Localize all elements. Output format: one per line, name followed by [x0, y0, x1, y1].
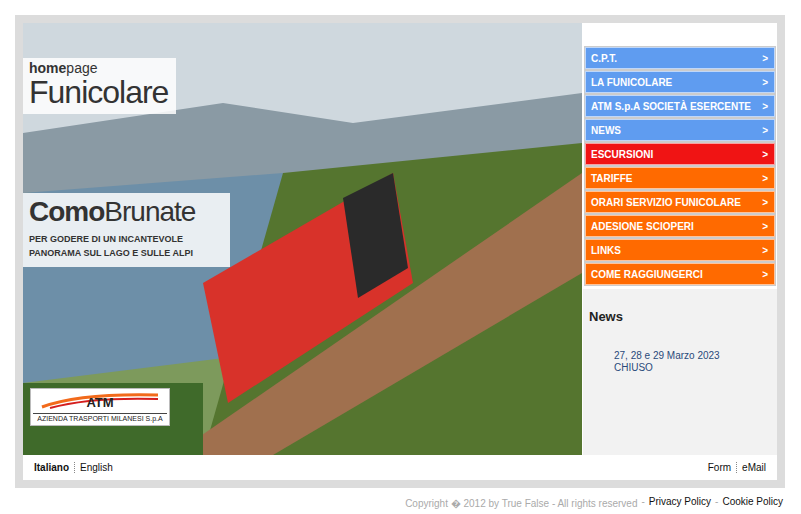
arrow-icon: >: [762, 53, 768, 64]
brand-box: ComoBrunate PER GODERE DI UN INCANTEVOLE …: [23, 193, 230, 267]
arrow-icon: >: [762, 221, 768, 232]
menu-item[interactable]: C.P.T.>: [585, 47, 775, 69]
homepage-label: homepage: [29, 60, 168, 76]
atm-logo[interactable]: ATMAZIENDA TRASPORTI MILANESI S.p.A: [30, 388, 170, 426]
contact-links: FormeMail: [703, 462, 771, 473]
bottom-bar: ItalianoEnglish FormeMail: [23, 455, 777, 480]
arrow-icon: >: [762, 77, 768, 88]
menu-item[interactable]: COME RAGGIUNGERCI>: [585, 263, 775, 285]
language-list: ItalianoEnglish: [29, 462, 118, 473]
menu-item[interactable]: ORARI SERVIZIO FUNICOLARE>: [585, 191, 775, 213]
arrow-icon: >: [762, 149, 768, 160]
language-link[interactable]: English: [75, 462, 118, 473]
menu-item[interactable]: ADESIONE SCIOPERI>: [585, 215, 775, 237]
news-title: News: [589, 309, 771, 324]
site-frame: homepageFunicolare ComoBrunate PER GODERE …: [15, 15, 785, 488]
page: homepageFunicolare ComoBrunate PER GODERE …: [0, 0, 801, 510]
footer: Copyright � 2012 by True False - All rig…: [0, 488, 801, 510]
footer-link[interactable]: Cookie Policy: [722, 496, 783, 510]
contact-link[interactable]: eMail: [737, 462, 771, 473]
news-item[interactable]: 27, 28 e 29 Marzo 2023CHIUSO: [614, 350, 771, 374]
footer-link[interactable]: Privacy Policy: [649, 496, 711, 510]
page-title: Funicolare: [29, 76, 168, 110]
page-title-box: homepageFunicolare: [23, 58, 176, 114]
language-link[interactable]: Italiano: [29, 462, 75, 473]
arrow-icon: >: [762, 125, 768, 136]
menu-item[interactable]: ESCURSIONI>: [585, 143, 775, 165]
main-area: homepageFunicolare ComoBrunate PER GODERE …: [23, 23, 777, 455]
arrow-icon: >: [762, 101, 768, 112]
arrow-icon: >: [762, 197, 768, 208]
logo-subtitle: AZIENDA TRASPORTI MILANESI S.p.A: [33, 413, 167, 422]
copyright: Copyright � 2012 by True False - All rig…: [405, 496, 637, 510]
arrow-icon: >: [762, 269, 768, 280]
menu-item[interactable]: NEWS>: [585, 119, 775, 141]
brand-tagline: PER GODERE DI UN INCANTEVOLE PANORAMA SU…: [29, 232, 224, 261]
menu-item[interactable]: ATM S.p.A SOCIETÀ ESERCENTE>: [585, 95, 775, 117]
brand-title: ComoBrunate: [29, 197, 224, 228]
menu: C.P.T.>LA FUNICOLARE>ATM S.p.A SOCIETÀ E…: [583, 23, 777, 289]
arrow-icon: >: [762, 173, 768, 184]
arrow-icon: >: [762, 245, 768, 256]
hero-photo: homepageFunicolare ComoBrunate PER GODERE …: [23, 23, 582, 455]
news-panel: News 27, 28 e 29 Marzo 2023CHIUSO: [583, 289, 777, 455]
menu-item[interactable]: TARIFFE>: [585, 167, 775, 189]
menu-item[interactable]: LINKS>: [585, 239, 775, 261]
separator: -: [641, 496, 644, 510]
contact-link[interactable]: Form: [703, 462, 737, 473]
menu-item[interactable]: LA FUNICOLARE>: [585, 71, 775, 93]
sidebar: C.P.T.>LA FUNICOLARE>ATM S.p.A SOCIETÀ E…: [583, 23, 777, 455]
separator: -: [715, 496, 718, 510]
